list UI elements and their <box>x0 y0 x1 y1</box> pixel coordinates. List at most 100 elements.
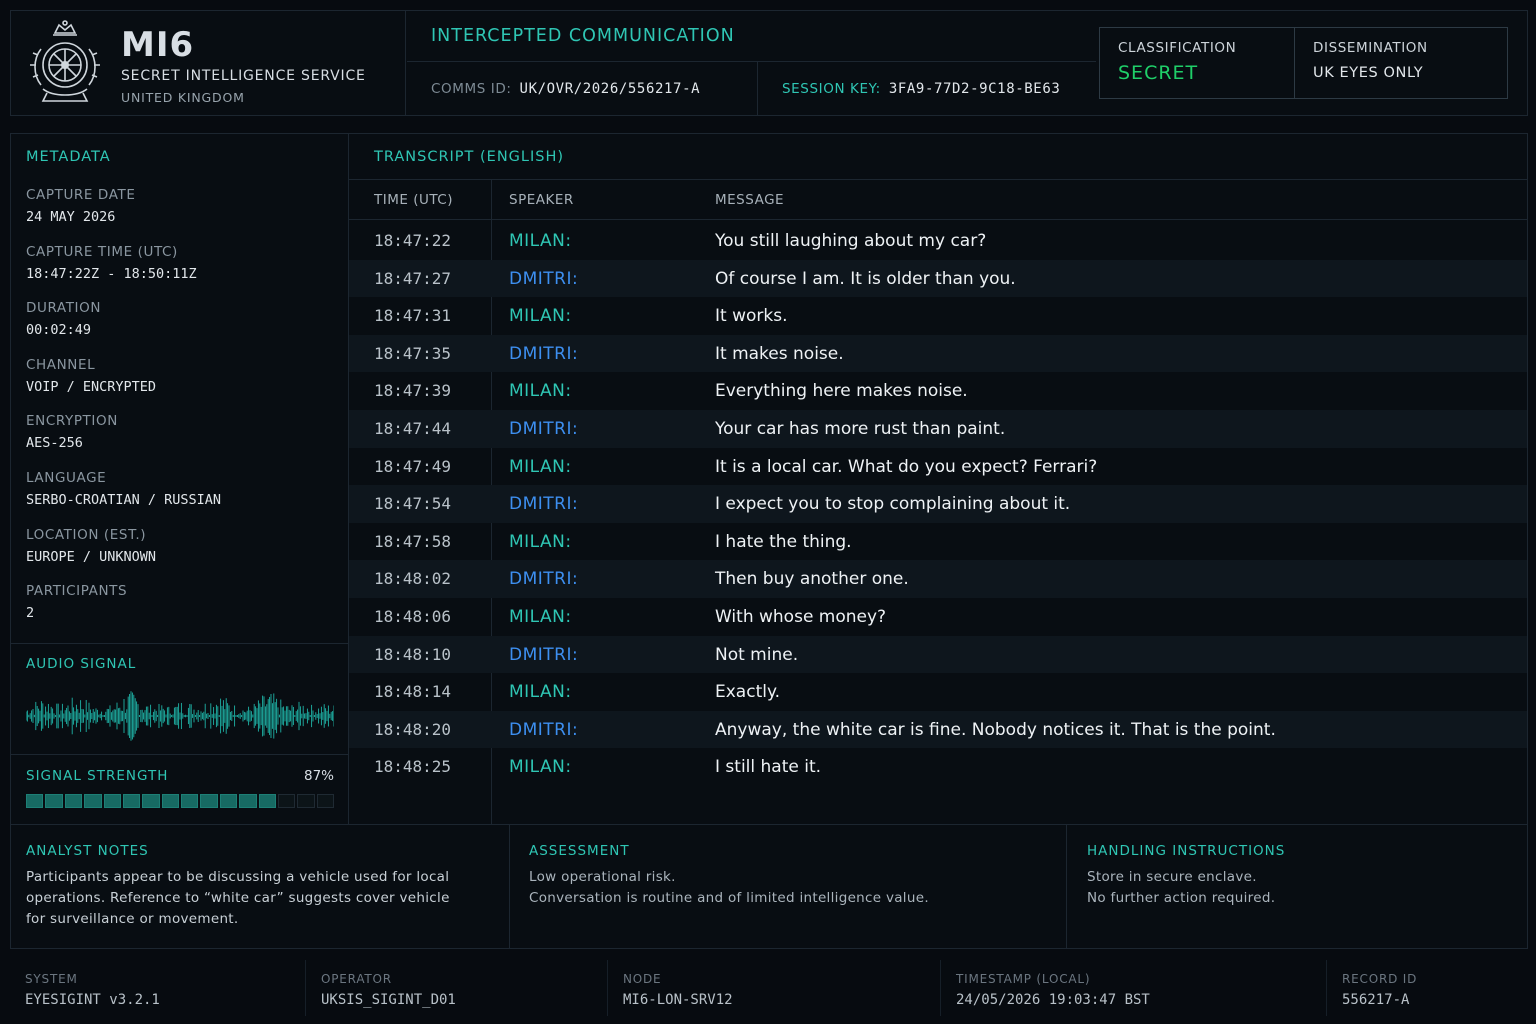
row-time: 18:47:27 <box>374 268 452 288</box>
signal-segment <box>297 794 315 808</box>
footer-label: SYSTEM <box>25 972 78 986</box>
metadata-label: LOCATION (EST.) <box>26 526 147 543</box>
transcript-row: 18:47:39 MILAN: Everything here makes nois… <box>349 372 1527 410</box>
metadata-item: LANGUAGE SERBO-CROATIAN / RUSSIAN <box>26 470 336 527</box>
transcript-row: 18:48:10 DMITRI: Not mine. <box>349 635 1527 674</box>
signal-segment <box>122 794 141 808</box>
transcript-row: 18:48:25 MILAN: I still hate it. <box>349 748 1527 786</box>
header-bar: MI6 SECRET INTELLIGENCE SERVICE UNITED K… <box>10 10 1528 116</box>
assessment-line: Low operational risk. <box>529 869 676 885</box>
footer-field: NODE MI6-LON-SRV12 <box>607 960 940 1016</box>
row-time: 18:48:02 <box>374 569 452 589</box>
metadata-sidebar: METADATA CAPTURE DATE 24 MAY 2026 CAPTURE … <box>11 134 349 824</box>
metadata-title: METADATA <box>26 149 111 165</box>
signal-segment <box>45 794 63 808</box>
row-time: 18:48:10 <box>374 644 452 664</box>
row-message: Exactly. <box>715 682 780 703</box>
footer-field: TIMESTAMP (LOCAL) 24/05/2026 19:03:47 BST <box>940 960 1326 1016</box>
footer-value: UKSIS_SIGINT_D01 <box>321 992 456 1008</box>
row-message: Then buy another one. <box>715 569 909 590</box>
row-speaker: DMITRI: <box>509 343 579 364</box>
classification-box: CLASSIFICATION SECRET DISSEMINATION UK E… <box>1099 27 1508 99</box>
dissemination-value: UK EYES ONLY <box>1313 65 1424 81</box>
transcript-title: TRANSCRIPT (ENGLISH) <box>374 149 565 165</box>
row-time: 18:47:54 <box>374 494 452 514</box>
footer-field: SYSTEM EYESIGINT v3.2.1 <box>10 960 305 1016</box>
row-message: Not mine. <box>715 644 799 665</box>
transcript-panel: TRANSCRIPT (ENGLISH) TIME (UTC) SPEAKER … <box>349 134 1527 824</box>
royal-crest-icon <box>30 20 100 102</box>
session-key: SESSION KEY: 3FA9-77D2-9C18-BE63 <box>757 62 1060 115</box>
metadata-item: CHANNEL VOIP / ENCRYPTED <box>26 357 336 414</box>
metadata-label: CHANNEL <box>26 356 96 373</box>
brand-country: UNITED KINGDOM <box>121 90 245 105</box>
session-key-label: SESSION KEY: <box>782 80 881 97</box>
row-speaker: DMITRI: <box>509 719 579 740</box>
comm-info-row: COMMS ID: UK/OVR/2026/556217-A SESSION K… <box>407 61 1096 115</box>
footer-label: OPERATOR <box>321 972 392 986</box>
communication-title: INTERCEPTED COMMUNICATION <box>431 26 735 46</box>
transcript-row: 18:48:06 MILAN: With whose money? <box>349 598 1527 636</box>
row-time: 18:47:49 <box>374 456 452 476</box>
row-speaker: DMITRI: <box>509 644 579 665</box>
row-speaker: DMITRI: <box>509 494 579 515</box>
metadata-label: CAPTURE TIME (UTC) <box>26 243 178 260</box>
assessment-line: Conversation is routine and of limited i… <box>529 890 929 906</box>
row-time: 18:47:35 <box>374 343 452 363</box>
row-time: 18:47:22 <box>374 231 452 250</box>
signal-segment <box>219 794 238 808</box>
signal-strength-meter <box>26 794 334 808</box>
footer-value: 24/05/2026 19:03:47 BST <box>956 992 1150 1008</box>
signal-segment <box>142 794 160 808</box>
row-message: I hate the thing. <box>715 531 852 552</box>
analyst-notes: ANALYST NOTES Participants appear to be … <box>11 825 510 949</box>
row-message: I still hate it. <box>715 757 822 778</box>
row-time: 18:47:44 <box>374 418 452 438</box>
row-time: 18:48:14 <box>374 682 452 702</box>
transcript-header-row: TIME (UTC) SPEAKER MESSAGE <box>349 179 1527 220</box>
metadata-value: 24 MAY 2026 <box>26 209 116 225</box>
signal-strength-panel: SIGNAL STRENGTH 87% <box>11 754 348 824</box>
metadata-value: AES-256 <box>26 435 83 452</box>
row-speaker: MILAN: <box>509 682 572 703</box>
row-speaker: MILAN: <box>509 531 572 552</box>
metadata-item: CAPTURE TIME (UTC) 18:47:22Z - 18:50:11Z <box>26 244 336 301</box>
dissemination-cell: DISSEMINATION UK EYES ONLY <box>1295 28 1507 98</box>
metadata-label: CAPTURE DATE <box>26 187 136 203</box>
analyst-notes-line: for surveillance or movement. <box>26 911 239 927</box>
row-time: 18:48:25 <box>374 757 452 777</box>
transcript-row: 18:47:58 MILAN: I hate the thing. <box>349 523 1527 561</box>
row-message: It works. <box>715 306 788 327</box>
row-message: Everything here makes noise. <box>715 381 968 402</box>
row-speaker: MILAN: <box>509 306 572 327</box>
row-time: 18:47:58 <box>374 531 452 551</box>
brand-title: MI6 <box>121 25 195 65</box>
transcript-row: 18:47:44 DMITRI: Your car has more rust th… <box>349 409 1527 448</box>
footer-label: TIMESTAMP (LOCAL) <box>956 972 1091 986</box>
column-header-speaker: SPEAKER <box>509 192 574 208</box>
comms-id: COMMS ID: UK/OVR/2026/556217-A <box>431 62 700 115</box>
analyst-notes-title: ANALYST NOTES <box>26 843 149 859</box>
row-message: Your car has more rust than paint. <box>715 418 1006 439</box>
metadata-list: CAPTURE DATE 24 MAY 2026 CAPTURE TIME (UTC… <box>26 187 336 640</box>
audio-signal-title: AUDIO SIGNAL <box>26 656 137 672</box>
brand-subtitle: SECRET INTELLIGENCE SERVICE <box>121 68 366 84</box>
row-speaker: DMITRI: <box>509 418 579 439</box>
metadata-label: DURATION <box>26 300 102 317</box>
dissemination-label: DISSEMINATION <box>1313 40 1428 56</box>
footer-value: MI6-LON-SRV12 <box>623 992 733 1008</box>
handling-line: Store in secure enclave. <box>1087 869 1257 885</box>
signal-strength-percent: 87% <box>303 768 334 784</box>
analyst-notes-text: Participants appear to be discussing a v… <box>26 867 494 930</box>
footer-field: OPERATOR UKSIS_SIGINT_D01 <box>305 960 607 1016</box>
transcript-row: 18:47:27 DMITRI: Of course I am. It is old… <box>349 259 1527 298</box>
metadata-value: 00:02:49 <box>26 322 92 339</box>
metadata-value: 18:47:22Z - 18:50:11Z <box>26 265 197 282</box>
row-message: I expect you to stop complaining about i… <box>715 494 1071 515</box>
main-panel: METADATA CAPTURE DATE 24 MAY 2026 CAPTURE … <box>10 133 1528 949</box>
signal-segment <box>103 794 121 808</box>
metadata-value: VOIP / ENCRYPTED <box>26 378 157 395</box>
transcript-row: 18:47:31 MILAN: It works. <box>349 297 1527 335</box>
metadata-item: DURATION 00:02:49 <box>26 300 336 357</box>
metadata-label: PARTICIPANTS <box>26 583 128 600</box>
